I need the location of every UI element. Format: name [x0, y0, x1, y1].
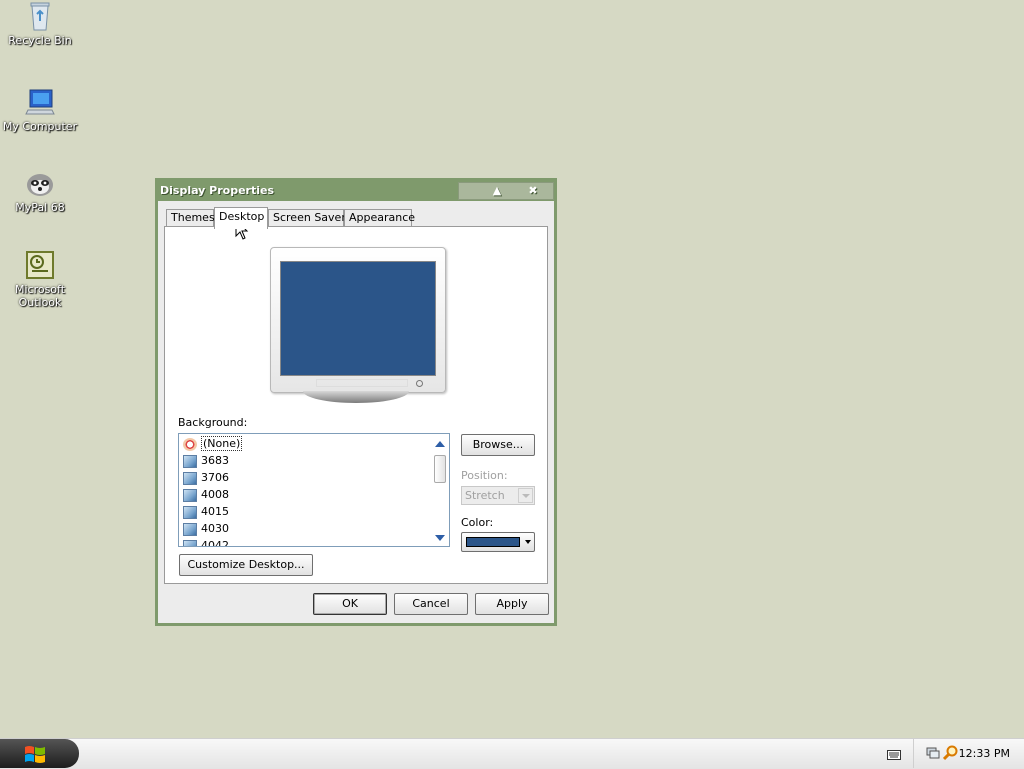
list-item[interactable]: 4008 [183, 486, 229, 503]
power-led-icon [416, 380, 423, 387]
list-item[interactable]: 4042 [183, 537, 229, 546]
color-swatch [466, 537, 520, 547]
desktop-icon-outlook[interactable]: Microsoft Outlook [0, 249, 80, 309]
bitmap-icon [183, 488, 197, 502]
listbox-scrollbar[interactable] [432, 435, 448, 545]
desktop-icon-my-computer[interactable]: My Computer [0, 86, 80, 133]
display-properties-dialog: Display Properties ▲ ✖ Themes Desktop Sc… [155, 178, 557, 626]
my-computer-icon [24, 86, 56, 118]
dialog-title: Display Properties [160, 184, 275, 197]
tab-desktop[interactable]: Desktop [214, 207, 268, 229]
list-item[interactable]: 4015 [183, 503, 229, 520]
monitor-bezel-bar [316, 379, 408, 387]
ok-button[interactable]: OK [313, 593, 387, 615]
dialog-title-bar[interactable]: Display Properties ▲ ✖ [158, 181, 554, 201]
keyboard-icon[interactable] [887, 748, 901, 763]
background-listbox[interactable]: (None) 3683 3706 4008 4015 4030 4042 [178, 433, 450, 547]
title-buttons: ▲ ✖ [458, 182, 554, 200]
chevron-down-icon [525, 540, 531, 544]
none-icon [183, 437, 197, 451]
desktop-icon-mypal[interactable]: MyPal 68 [0, 167, 80, 214]
bitmap-icon [183, 522, 197, 536]
recycle-bin-icon [24, 0, 56, 32]
monitor-preview [270, 247, 446, 393]
list-item[interactable]: 3706 [183, 469, 229, 486]
start-button[interactable] [0, 739, 79, 768]
scroll-up-arrow-icon[interactable] [435, 441, 445, 447]
recycle-bin-label: Recycle Bin [8, 34, 72, 47]
scroll-thumb[interactable] [434, 455, 446, 483]
position-value: Stretch [465, 489, 505, 502]
color-picker-button[interactable] [461, 532, 535, 552]
tab-screen-saver[interactable]: Screen Saver [268, 209, 346, 227]
outlook-icon [24, 249, 56, 281]
my-computer-label: My Computer [2, 120, 78, 133]
system-tray: 12:33 PM [913, 739, 1024, 768]
list-item[interactable]: (None) [183, 435, 243, 452]
apply-button[interactable]: Apply [475, 593, 549, 615]
scroll-down-arrow-icon[interactable] [435, 535, 445, 541]
help-button[interactable]: ▲ [487, 183, 507, 199]
tab-themes[interactable]: Themes [166, 209, 215, 227]
network-icon[interactable] [926, 746, 940, 763]
browse-button[interactable]: Browse... [461, 434, 535, 456]
bitmap-icon [183, 471, 197, 485]
bitmap-icon [183, 539, 197, 546]
tab-appearance[interactable]: Appearance [344, 209, 415, 227]
taskbar: 12:33 PM [0, 738, 1024, 769]
close-button[interactable]: ✖ [523, 183, 543, 199]
mypal-label: MyPal 68 [15, 201, 65, 214]
raccoon-icon [24, 167, 56, 199]
desktop-icon-recycle-bin[interactable]: Recycle Bin [0, 0, 80, 47]
position-select[interactable]: Stretch [461, 486, 535, 505]
windows-logo-icon [25, 746, 45, 763]
list-item[interactable]: 3683 [183, 452, 229, 469]
chevron-down-icon [518, 488, 533, 503]
outlook-label: Microsoft Outlook [14, 283, 66, 309]
customize-desktop-button[interactable]: Customize Desktop... [179, 554, 313, 576]
clock[interactable]: 12:33 PM [959, 747, 1010, 760]
bitmap-icon [183, 505, 197, 519]
preview-screen [280, 261, 436, 376]
background-label: Background: [178, 416, 248, 429]
bitmap-icon [183, 454, 197, 468]
dialog-body: Themes Desktop Screen Saver Appearance B… [158, 201, 554, 623]
position-label: Position: [461, 469, 508, 482]
list-item[interactable]: 4030 [183, 520, 229, 537]
monitor-stand [303, 391, 409, 403]
desktop-tab-panel: Background: (None) 3683 3706 4008 4015 4… [164, 226, 548, 584]
color-label: Color: [461, 516, 494, 529]
search-icon[interactable] [942, 745, 959, 764]
cancel-button[interactable]: Cancel [394, 593, 468, 615]
